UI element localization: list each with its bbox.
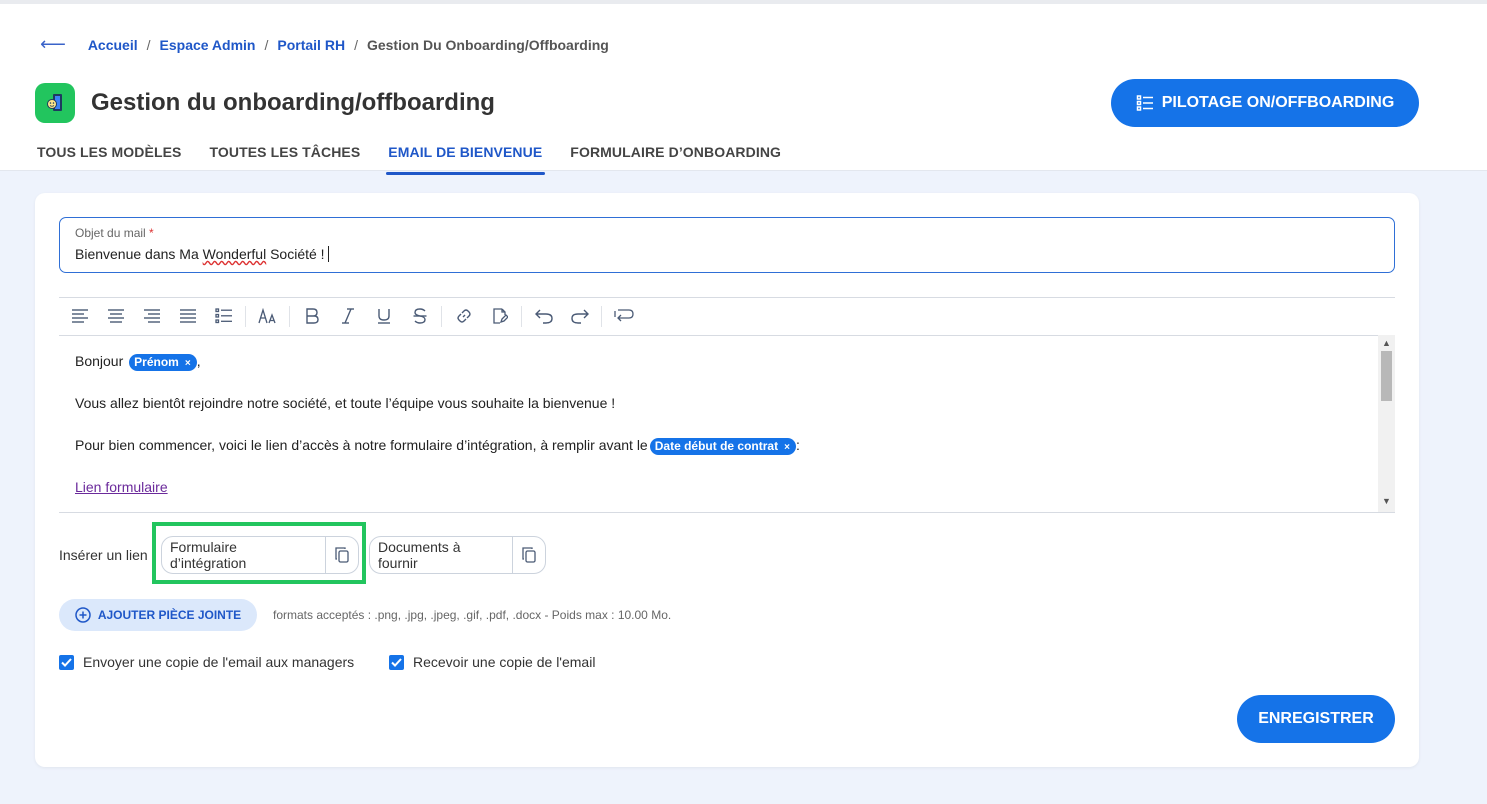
save-button[interactable]: ENREGISTRER (1237, 695, 1395, 743)
copy-managers-checkbox[interactable] (59, 654, 74, 670)
tab-tous-les-modeles[interactable]: TOUS LES MODÈLES (37, 144, 181, 172)
scroll-down-icon[interactable]: ▼ (1382, 496, 1391, 506)
chip-remove-icon[interactable]: × (784, 442, 790, 453)
highlight-box (152, 522, 366, 584)
accepted-formats: formats acceptés : .png, .jpg, .jpeg, .g… (273, 608, 672, 622)
copy-managers-label: Envoyer une copie de l'email aux manager… (83, 654, 355, 670)
page-title: Gestion du onboarding/offboarding (91, 89, 495, 116)
receive-copy-label: Recevoir une copie de l'email (413, 654, 596, 670)
subject-label: Objet du mail * (75, 226, 154, 240)
breadcrumb-accueil[interactable]: Accueil (88, 37, 138, 53)
email-body-editor[interactable]: Bonjour Prénom ×, Vous allez bientôt rejo… (59, 335, 1395, 513)
align-justify-icon[interactable] (176, 305, 200, 327)
tab-bar: TOUS LES MODÈLES TOUTES LES TÂCHES EMAIL… (37, 144, 809, 175)
breadcrumb-espace-admin[interactable]: Espace Admin (160, 37, 256, 53)
align-left-icon[interactable] (68, 305, 92, 327)
email-card: Objet du mail * Bienvenue dans Ma Wonder… (35, 193, 1419, 767)
breadcrumb-separator: / (264, 36, 269, 53)
chip-remove-icon[interactable]: × (185, 358, 191, 369)
scroll-thumb[interactable] (1381, 351, 1392, 401)
body-link-formulaire[interactable]: Lien formulaire (75, 479, 168, 495)
tab-formulaire-onboarding[interactable]: FORMULAIRE D’ONBOARDING (570, 144, 781, 172)
breadcrumb: ⟵ Accueil / Espace Admin / Portail RH / … (40, 34, 609, 55)
subject-input[interactable]: Bienvenue dans Ma Wonderful Société ! (75, 246, 329, 262)
breadcrumb-portail-rh[interactable]: Portail RH (277, 37, 345, 53)
undo-icon[interactable] (532, 305, 556, 327)
align-right-icon[interactable] (140, 305, 164, 327)
subject-field[interactable]: Objet du mail * Bienvenue dans Ma Wonder… (59, 217, 1395, 273)
page-header: ⟵ Accueil / Espace Admin / Portail RH / … (0, 4, 1487, 175)
check-icon (61, 657, 72, 667)
list-icon[interactable] (212, 305, 236, 327)
font-size-icon[interactable] (256, 305, 280, 327)
pilotage-button-label: PILOTAGE ON/OFFBOARDING (1161, 94, 1395, 111)
breadcrumb-separator: / (146, 36, 151, 53)
edit-file-icon[interactable] (488, 305, 512, 327)
editor-scrollbar[interactable]: ▲ ▼ (1378, 335, 1395, 512)
tab-toutes-les-taches[interactable]: TOUTES LES TÂCHES (209, 144, 360, 172)
scroll-up-icon[interactable]: ▲ (1382, 338, 1391, 348)
door-person-icon (35, 83, 75, 123)
copy-icon[interactable] (512, 537, 545, 573)
insert-variable-icon[interactable] (612, 305, 636, 327)
editor-toolbar (59, 297, 1395, 336)
insert-link-documents-button[interactable]: Documents à fournir (369, 536, 546, 574)
list-icon (1136, 95, 1153, 111)
add-attachment-label: AJOUTER PIÈCE JOINTE (97, 608, 242, 622)
breadcrumb-separator: / (354, 36, 358, 53)
pilotage-button[interactable]: PILOTAGE ON/OFFBOARDING (1111, 79, 1419, 127)
body-line-welcome: Vous allez bientôt rejoindre notre socié… (75, 395, 616, 411)
body-line-greeting: Bonjour Prénom ×, (75, 353, 201, 371)
arrow-left-icon[interactable]: ⟵ (40, 34, 66, 55)
add-attachment-button[interactable]: AJOUTER PIÈCE JOINTE (59, 599, 257, 631)
align-center-icon[interactable] (104, 305, 128, 327)
underline-icon[interactable] (372, 305, 396, 327)
variable-chip-date-debut[interactable]: Date début de contrat × (649, 438, 796, 455)
italic-icon[interactable] (336, 305, 360, 327)
check-icon (391, 657, 402, 667)
redo-icon[interactable] (568, 305, 592, 327)
insert-link-label: Insérer un lien (59, 547, 148, 563)
receive-copy-option: Recevoir une copie de l'email (389, 654, 595, 670)
tab-email-de-bienvenue[interactable]: EMAIL DE BIENVENUE (386, 144, 546, 175)
link-icon[interactable] (452, 305, 476, 327)
body-line-intro: Pour bien commencer, voici le lien d’acc… (75, 437, 800, 455)
plus-circle-icon (75, 607, 91, 623)
breadcrumb-current: Gestion Du Onboarding/Offboarding (366, 36, 609, 53)
bold-icon[interactable] (300, 305, 324, 327)
strikethrough-icon[interactable] (408, 305, 432, 327)
copy-managers-option: Envoyer une copie de l'email aux manager… (59, 654, 354, 670)
variable-chip-prenom[interactable]: Prénom × (129, 354, 197, 371)
receive-copy-checkbox[interactable] (389, 654, 404, 670)
